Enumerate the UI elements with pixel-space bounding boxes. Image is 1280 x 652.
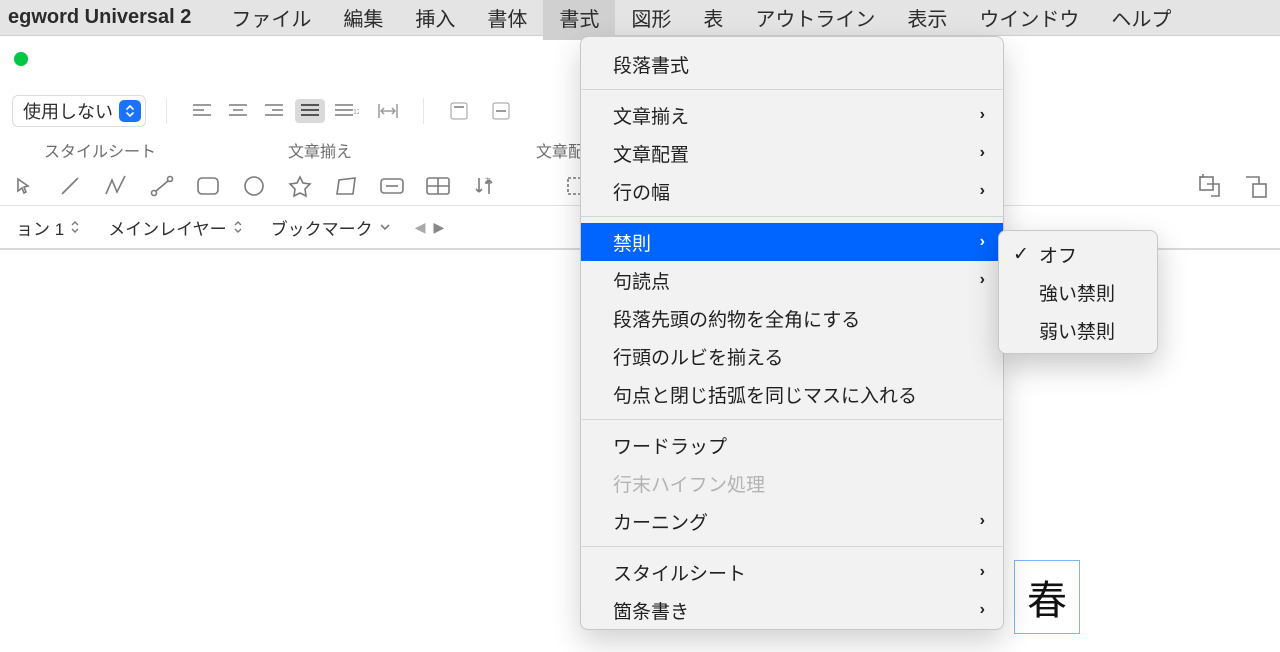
polyline-icon[interactable] [102, 172, 130, 200]
menu-separator [581, 89, 1003, 90]
menu-item-fullwidth-start[interactable]: 段落先頭の約物を全角にする [581, 299, 1003, 337]
submenu-item-strong[interactable]: 強い禁則 [999, 273, 1157, 311]
menu-item-stylesheet[interactable]: スタイルシート› [581, 553, 1003, 591]
submenu-item-off[interactable]: ✓ オフ [999, 235, 1157, 273]
menu-separator [581, 216, 1003, 217]
menu-item-period-bracket[interactable]: 句点と閉じ括弧を同じマスに入れる [581, 375, 1003, 413]
bookmark-select-value: ブックマーク [271, 215, 373, 240]
chevron-right-icon: › [980, 182, 985, 200]
menu-help[interactable]: ヘルプ [1095, 0, 1187, 40]
chevron-right-icon: › [980, 601, 985, 619]
menu-edit[interactable]: 編集 [327, 0, 399, 40]
menu-item-punctuation[interactable]: 句読点› [581, 261, 1003, 299]
menu-item-text-align[interactable]: 文章揃え› [581, 96, 1003, 134]
stylesheet-select-value: 使用しない [23, 98, 119, 124]
table-icon[interactable] [424, 172, 452, 200]
align-right-button[interactable] [259, 99, 289, 123]
menu-font[interactable]: 書体 [471, 0, 543, 40]
align-left-button[interactable] [187, 99, 217, 123]
section-select[interactable]: ョン 1 [8, 215, 88, 240]
menu-item-text-placement[interactable]: 文章配置› [581, 134, 1003, 172]
section-select-value: ョン 1 [16, 215, 64, 240]
menu-item-paragraph-format[interactable]: 段落書式 [581, 45, 1003, 83]
app-name: egword Universal 2 [8, 6, 191, 29]
align-justify-button[interactable] [295, 99, 325, 123]
align-center-button[interactable] [223, 99, 253, 123]
sort-icon[interactable]: あ [470, 172, 498, 200]
menu-shape[interactable]: 図形 [615, 0, 687, 40]
divider [166, 98, 167, 124]
fit-width-button[interactable] [373, 99, 403, 123]
menu-window[interactable]: ウインドウ [963, 0, 1095, 40]
chevron-right-icon: › [980, 512, 985, 530]
svg-text:あ: あ [484, 177, 492, 186]
menu-table[interactable]: 表 [687, 0, 739, 40]
chevron-right-icon: › [980, 233, 985, 251]
submenu-item-weak[interactable]: 弱い禁則 [999, 311, 1157, 349]
align-distribute-button[interactable]: 12 [331, 99, 361, 123]
menu-item-line-width[interactable]: 行の幅› [581, 172, 1003, 210]
connector-icon[interactable] [148, 172, 176, 200]
chevron-right-icon: › [980, 144, 985, 162]
stylesheet-select[interactable]: 使用しない [12, 95, 146, 127]
textbox-icon[interactable] [378, 172, 406, 200]
svg-text:12: 12 [353, 109, 359, 116]
menu-item-hyphenation: 行末ハイフン処理 [581, 464, 1003, 502]
star-icon[interactable] [286, 172, 314, 200]
chevron-right-icon: › [980, 106, 985, 124]
chevron-right-icon: › [980, 271, 985, 289]
place-middle-button[interactable] [486, 99, 516, 123]
menu-separator [581, 419, 1003, 420]
menubar: egword Universal 2 ファイル 編集 挿入 書体 書式 図形 表… [0, 0, 1280, 36]
format-menu: 段落書式 文章揃え› 文章配置› 行の幅› 禁則› 句読点› 段落先頭の約物を全… [580, 36, 1004, 630]
menu-item-bullets[interactable]: 箇条書き› [581, 591, 1003, 629]
align-group: 12 [187, 99, 361, 123]
window-traffic-light-green[interactable] [14, 52, 28, 66]
group-front-icon[interactable] [1196, 172, 1224, 200]
menu-insert[interactable]: 挿入 [399, 0, 471, 40]
chevron-right-icon: › [980, 563, 985, 581]
rectangle-icon[interactable] [194, 172, 222, 200]
pointer-icon[interactable] [10, 172, 38, 200]
polygon-icon[interactable] [332, 172, 360, 200]
nav-next-button[interactable]: ▶ [433, 219, 444, 236]
label-stylesheet: スタイルシート [0, 138, 180, 166]
menu-item-align-ruby[interactable]: 行頭のルビを揃える [581, 337, 1003, 375]
line-icon[interactable] [56, 172, 84, 200]
menu-view[interactable]: 表示 [891, 0, 963, 40]
nav-arrows: ◀ ▶ [415, 219, 445, 236]
place-top-button[interactable] [444, 99, 474, 123]
circle-icon[interactable] [240, 172, 268, 200]
kinsoku-submenu: ✓ オフ 強い禁則 弱い禁則 [998, 230, 1158, 354]
layer-select-value: メインレイヤー [108, 215, 227, 240]
selected-text-frame[interactable]: 春 [1014, 560, 1080, 634]
menu-item-wordwrap[interactable]: ワードラップ [581, 426, 1003, 464]
text-frame-content: 春 [1027, 568, 1067, 626]
menu-item-kerning[interactable]: カーニング› [581, 502, 1003, 540]
group-back-icon[interactable] [1242, 172, 1270, 200]
label-align: 文章揃え [180, 138, 460, 166]
bookmark-select[interactable]: ブックマーク [263, 215, 399, 240]
menu-outline[interactable]: アウトライン [739, 0, 891, 40]
menu-separator [581, 546, 1003, 547]
menu-format[interactable]: 書式 [543, 0, 615, 40]
chevron-up-down-icon [119, 100, 141, 122]
divider [423, 98, 424, 124]
check-icon: ✓ [1011, 243, 1031, 266]
menu-file[interactable]: ファイル [215, 0, 327, 40]
menu-item-kinsoku[interactable]: 禁則› [581, 223, 1003, 261]
layer-select[interactable]: メインレイヤー [100, 215, 251, 240]
nav-prev-button[interactable]: ◀ [415, 219, 426, 236]
